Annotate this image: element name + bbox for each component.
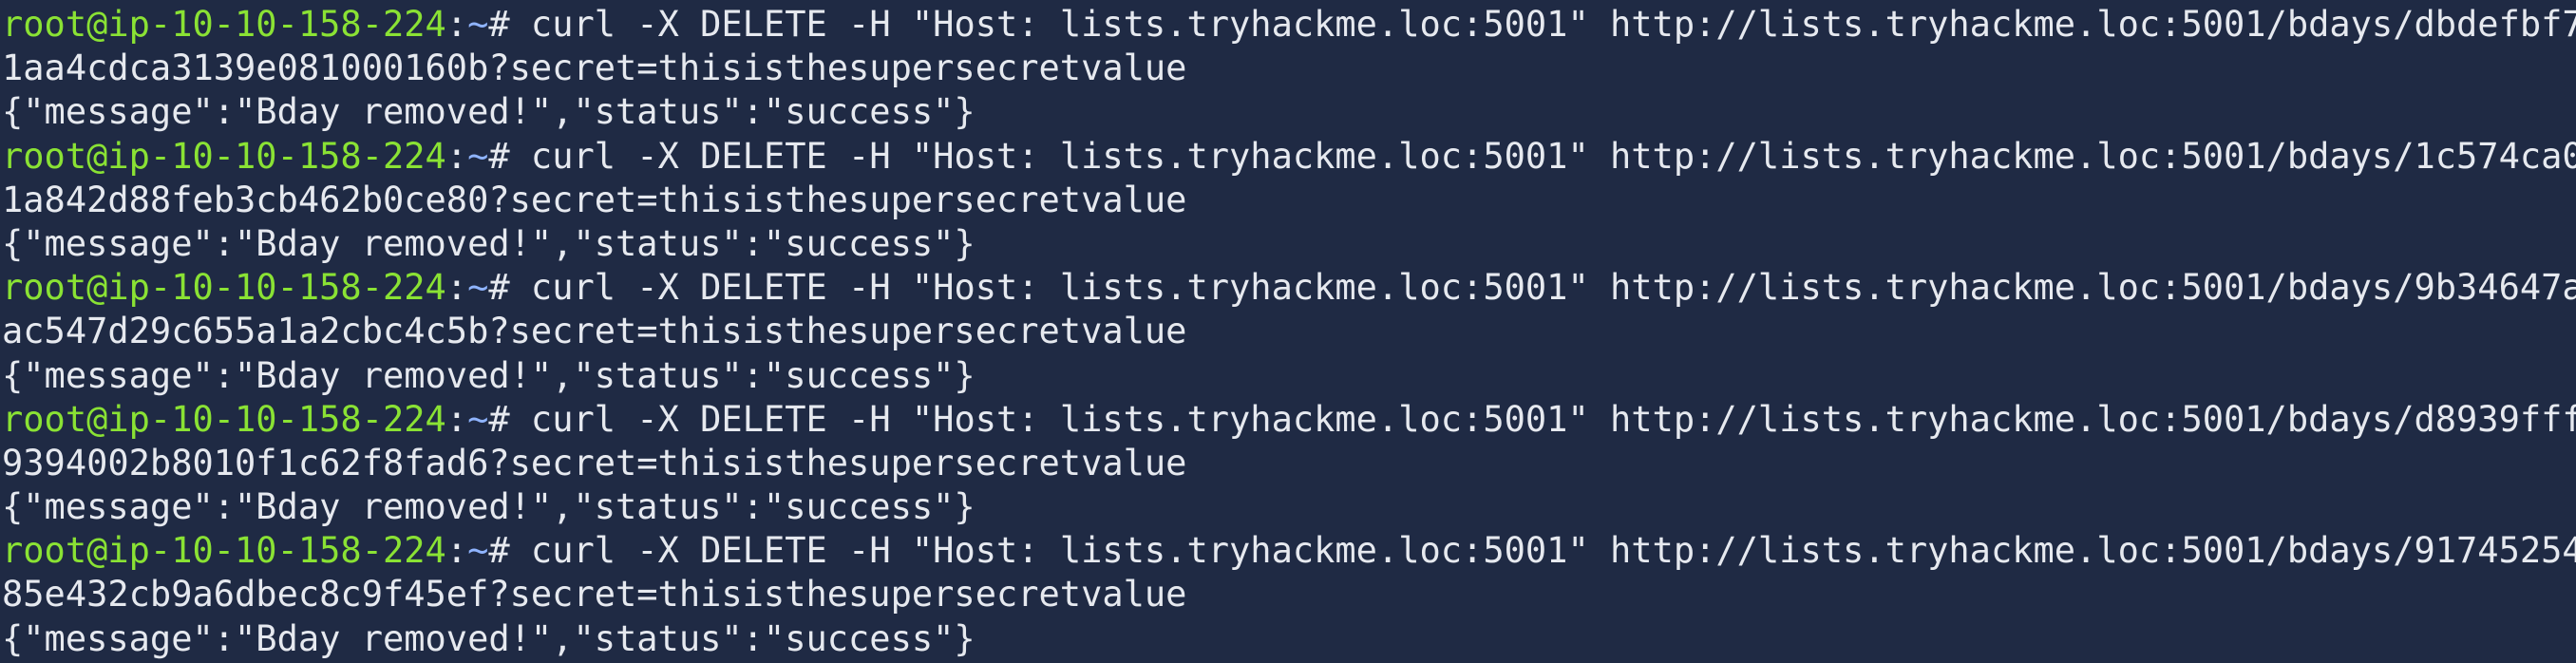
prompt-user-host: root@ip-10-10-158-224 [2, 398, 446, 440]
command-output: {"message":"Bday removed!","status":"suc… [2, 222, 975, 264]
prompt-symbol: # [488, 398, 531, 440]
prompt-line: root@ip-10-10-158-224:~# curl -X DELETE … [2, 266, 2576, 310]
command-continuation: 1a842d88feb3cb462b0ce80?secret=thisisthe… [2, 179, 1187, 220]
terminal-window[interactable]: root@ip-10-10-158-224:~# curl -X DELETE … [0, 0, 2576, 663]
prompt-path: ~ [467, 135, 489, 177]
prompt-path: ~ [467, 267, 489, 309]
prompt-symbol: # [488, 135, 531, 177]
prompt-separator: : [445, 135, 468, 177]
prompt-separator: : [445, 4, 468, 45]
command-text: curl -X DELETE -H "Host: lists.tryhackme… [530, 267, 2576, 309]
command-continuation: 9394002b8010f1c62f8fad6?secret=thisisthe… [2, 442, 1187, 483]
command-continuation: ac547d29c655a1a2cbc4c5b?secret=thisisthe… [2, 311, 1187, 352]
command-output: {"message":"Bday removed!","status":"suc… [2, 486, 975, 528]
prompt-symbol: # [488, 267, 531, 309]
prompt-path: ~ [467, 530, 489, 572]
prompt-path: ~ [467, 398, 489, 440]
prompt-symbol: # [488, 530, 531, 572]
prompt-path: ~ [467, 4, 489, 45]
prompt-separator: : [445, 267, 468, 309]
command-text: curl -X DELETE -H "Host: lists.tryhackme… [530, 398, 2576, 440]
prompt-user-host: root@ip-10-10-158-224 [2, 4, 446, 45]
prompt-user-host: root@ip-10-10-158-224 [2, 135, 446, 177]
command-text: curl -X DELETE -H "Host: lists.tryhackme… [530, 4, 2576, 45]
prompt-line: root@ip-10-10-158-224:~# curl -X DELETE … [2, 135, 2576, 179]
prompt-user-host: root@ip-10-10-158-224 [2, 267, 446, 309]
command-continuation: 85e432cb9a6dbec8c9f45ef?secret=thisisthe… [2, 574, 1187, 616]
prompt-symbol: # [488, 4, 531, 45]
command-output: {"message":"Bday removed!","status":"suc… [2, 617, 975, 659]
prompt-line: root@ip-10-10-158-224:~# curl -X DELETE … [2, 3, 2576, 47]
command-output: {"message":"Bday removed!","status":"suc… [2, 91, 975, 133]
command-text: curl -X DELETE -H "Host: lists.tryhackme… [530, 135, 2576, 177]
command-text: curl -X DELETE -H "Host: lists.tryhackme… [530, 530, 2576, 572]
prompt-separator: : [445, 530, 468, 572]
prompt-user-host: root@ip-10-10-158-224 [2, 530, 446, 572]
prompt-separator: : [445, 398, 468, 440]
prompt-line: root@ip-10-10-158-224:~# curl -X DELETE … [2, 398, 2576, 442]
command-output: {"message":"Bday removed!","status":"suc… [2, 354, 975, 396]
command-continuation: 1aa4cdca3139e081000160b?secret=thisisthe… [2, 47, 1187, 89]
prompt-line: root@ip-10-10-158-224:~# curl -X DELETE … [2, 529, 2576, 573]
